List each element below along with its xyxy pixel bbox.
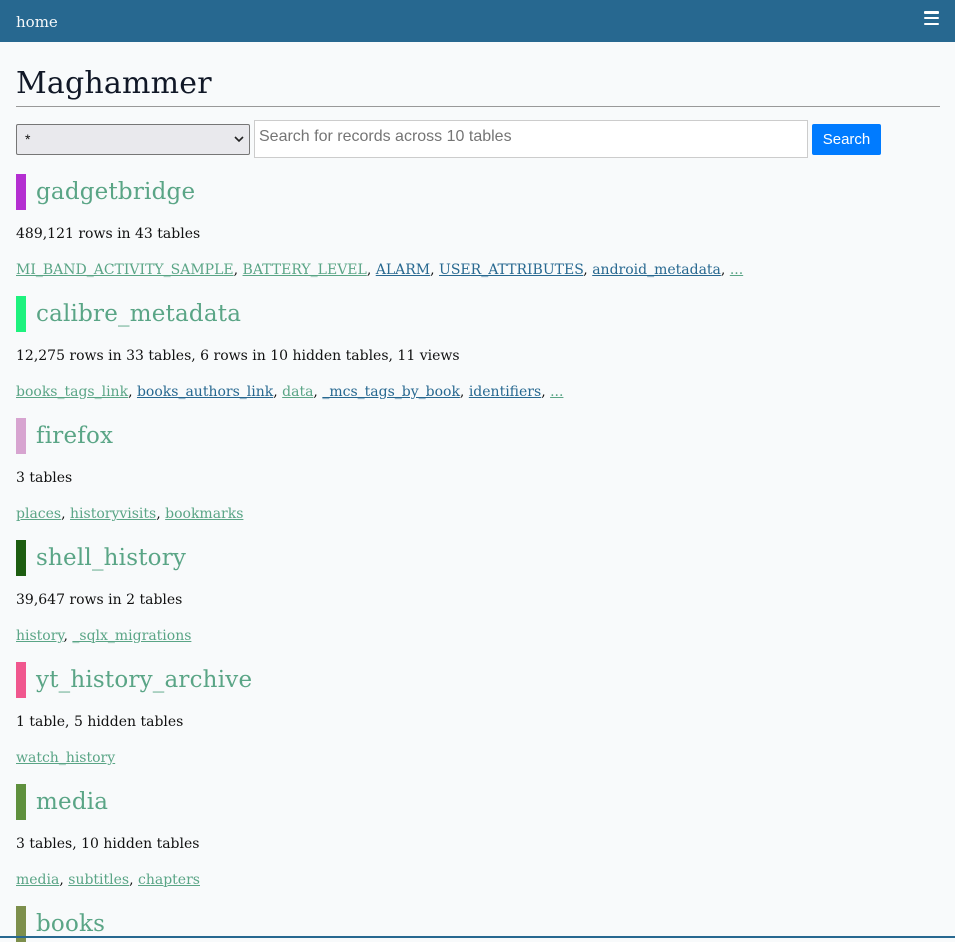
menu-icon-bar xyxy=(924,16,939,20)
database-list: gadgetbridge 489,121 rows in 43 tables MI_… xyxy=(16,174,940,942)
table-link[interactable]: places xyxy=(16,506,61,522)
table-separator: , xyxy=(128,384,137,400)
table-link[interactable]: historyvisits xyxy=(70,506,156,522)
top-nav-bar: home xyxy=(0,0,955,42)
table-link[interactable]: history xyxy=(16,628,63,644)
table-separator: , xyxy=(366,262,376,278)
table-separator: , xyxy=(459,384,469,400)
table-separator: , xyxy=(61,506,71,522)
table-link-list: watch_history xyxy=(16,748,940,768)
database-color-swatch xyxy=(16,784,26,820)
search-button[interactable]: Search xyxy=(812,123,881,155)
table-separator: , xyxy=(59,872,69,888)
table-link-list: books_tags_link, books_authors_link, dat… xyxy=(16,382,940,402)
table-link[interactable]: data xyxy=(282,384,313,400)
more-tables-link[interactable]: ... xyxy=(730,262,743,278)
table-separator: , xyxy=(156,506,166,522)
title-divider xyxy=(16,106,940,107)
table-link[interactable]: android_metadata xyxy=(592,262,721,278)
main-content: Maghammer * Search for records across 10… xyxy=(0,64,955,942)
table-separator: , xyxy=(430,262,440,278)
database-summary: 12,275 rows in 33 tables, 6 rows in 10 h… xyxy=(16,348,460,364)
table-separator: , xyxy=(720,262,730,278)
database-color-swatch xyxy=(16,418,26,454)
table-link[interactable]: BATTERY_LEVEL xyxy=(243,262,367,278)
database-summary: 489,121 rows in 43 tables xyxy=(16,226,201,242)
search-form: * Search for records across 10 tables Se… xyxy=(16,120,940,158)
database-summary: 1 table, 5 hidden tables xyxy=(16,714,184,730)
database-summary: 3 tables, 10 hidden tables xyxy=(16,836,200,852)
table-link[interactable]: bookmarks xyxy=(165,506,243,522)
table-separator: , xyxy=(583,262,593,278)
database-block: yt_history_archive 1 table, 5 hidden tabl… xyxy=(16,662,940,768)
search-input-placeholder: Search for records across 10 tables xyxy=(259,128,512,145)
table-link[interactable]: identifiers xyxy=(469,384,541,400)
table-link-list: MI_BAND_ACTIVITY_SAMPLE, BATTERY_LEVEL, … xyxy=(16,260,940,280)
database-link-shell-history[interactable]: shell_history xyxy=(36,545,186,571)
database-summary: 39,647 rows in 2 tables xyxy=(16,592,183,608)
table-link[interactable]: _sqlx_migrations xyxy=(72,628,191,644)
table-separator: , xyxy=(313,384,323,400)
table-link-list: places, historyvisits, bookmarks xyxy=(16,504,940,524)
page-title: Maghammer xyxy=(16,66,212,101)
database-link-media[interactable]: media xyxy=(36,789,108,815)
database-title: media xyxy=(16,784,940,820)
database-color-swatch xyxy=(16,296,26,332)
database-link-gadgetbridge[interactable]: gadgetbridge xyxy=(36,179,195,205)
table-separator: , xyxy=(233,262,243,278)
table-separator: , xyxy=(541,384,551,400)
hamburger-menu-icon[interactable] xyxy=(924,11,939,25)
table-link[interactable]: ALARM xyxy=(376,262,430,278)
table-link[interactable]: media xyxy=(16,872,59,888)
table-link[interactable]: subtitles xyxy=(68,872,129,888)
home-link[interactable]: home xyxy=(16,13,58,31)
table-link-list: history, _sqlx_migrations xyxy=(16,626,940,646)
database-title: gadgetbridge xyxy=(16,174,940,210)
database-title: yt_history_archive xyxy=(16,662,940,698)
table-link-list: media, subtitles, chapters xyxy=(16,870,940,890)
database-color-swatch xyxy=(16,174,26,210)
table-link[interactable]: chapters xyxy=(138,872,200,888)
table-separator: , xyxy=(273,384,283,400)
table-link[interactable]: MI_BAND_ACTIVITY_SAMPLE xyxy=(16,262,234,278)
chevron-down-icon xyxy=(234,135,244,142)
database-summary: 3 tables xyxy=(16,470,73,486)
database-block: media 3 tables, 10 hidden tables media, su… xyxy=(16,784,940,890)
search-input[interactable]: Search for records across 10 tables xyxy=(254,120,808,158)
table-separator: , xyxy=(129,872,139,888)
database-color-swatch xyxy=(16,540,26,576)
table-link[interactable]: USER_ATTRIBUTES xyxy=(439,262,583,278)
database-select[interactable]: * xyxy=(16,123,250,155)
database-title: firefox xyxy=(16,418,940,454)
database-link-books[interactable]: books xyxy=(36,911,105,937)
database-select-value: * xyxy=(25,131,31,147)
database-block: calibre_metadata 12,275 rows in 33 tables… xyxy=(16,296,940,402)
database-title: calibre_metadata xyxy=(16,296,940,332)
database-block: firefox 3 tables places, historyvisits, bo… xyxy=(16,418,940,524)
database-color-swatch xyxy=(16,662,26,698)
database-link-yt-history-archive[interactable]: yt_history_archive xyxy=(36,667,252,693)
database-block: gadgetbridge 489,121 rows in 43 tables MI_… xyxy=(16,174,940,280)
table-link[interactable]: books_tags_link xyxy=(16,384,128,400)
table-link[interactable]: _mcs_tags_by_book xyxy=(322,384,460,400)
database-title: shell_history xyxy=(16,540,940,576)
database-link-calibre-metadata[interactable]: calibre_metadata xyxy=(36,301,241,327)
table-link[interactable]: watch_history xyxy=(16,750,115,766)
database-block: shell_history 39,647 rows in 2 tables hist… xyxy=(16,540,940,646)
menu-icon-bar xyxy=(924,22,939,25)
table-link[interactable]: books_authors_link xyxy=(137,384,273,400)
database-link-firefox[interactable]: firefox xyxy=(36,423,113,449)
more-tables-link[interactable]: ... xyxy=(550,384,563,400)
menu-icon-bar xyxy=(924,11,939,14)
